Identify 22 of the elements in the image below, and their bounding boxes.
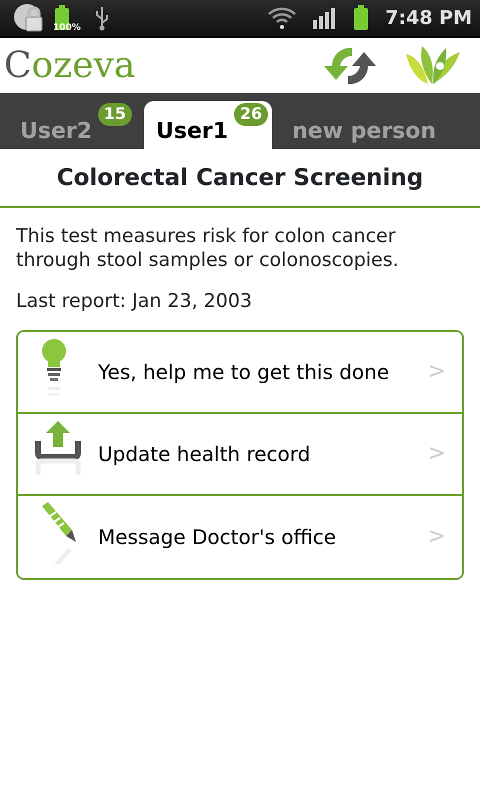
signal-icon	[313, 7, 338, 29]
last-report-text: Last report: Jan 23, 2003	[16, 288, 254, 314]
screen-title: Colorectal Cancer Screening	[0, 149, 480, 208]
chevron-icon: >	[428, 437, 446, 470]
action-label: Update health record	[98, 440, 310, 468]
action-row[interactable]: Yes, help me to get this done >	[18, 332, 462, 414]
user-tab[interactable]: User2 15	[8, 101, 136, 149]
battery-percent: 100%	[53, 22, 81, 35]
description-text: This test measures risk for colon cancer through stool samples or colonoscopies.	[16, 224, 400, 273]
action-label: Message Doctor's office	[98, 524, 336, 551]
clock: 7:48 PM	[385, 6, 472, 31]
app-logo: Cozeva	[4, 48, 136, 84]
user-tab[interactable]: new person	[280, 101, 448, 149]
chevron-icon: >	[428, 355, 446, 388]
count-badge: 15	[98, 103, 132, 126]
wifi-icon	[267, 6, 298, 30]
count-badge: 26	[234, 103, 268, 126]
action-label: Yes, help me to get this done	[98, 358, 390, 386]
usb-icon	[94, 5, 110, 31]
user-tab[interactable]: User1 26	[144, 101, 272, 149]
battery-icon	[353, 5, 370, 31]
chevron-icon: >	[428, 520, 446, 554]
